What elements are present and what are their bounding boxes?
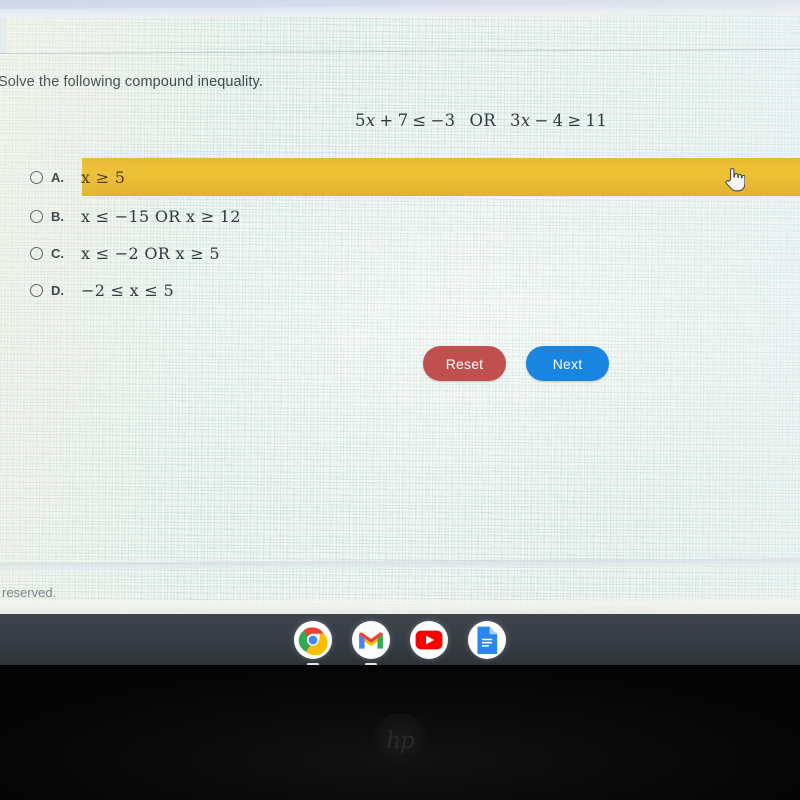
chrome-icon[interactable]: [294, 620, 332, 666]
eq-right-var: x: [520, 111, 531, 130]
google-docs-icon[interactable]: [468, 620, 506, 659]
eq-left-var: x: [365, 111, 376, 130]
eq-left-rhs: −3: [430, 111, 456, 130]
answer-option-b[interactable]: B. x ≤ −15 OR x ≥ 12: [30, 203, 241, 229]
youtube-icon[interactable]: [410, 620, 448, 659]
option-math-b: x ≤ −15 OR x ≥ 12: [81, 206, 241, 226]
eq-right-relation: ≥: [567, 111, 582, 130]
eq-left-coef: 5: [355, 111, 366, 130]
eq-right-minus: −: [534, 111, 549, 130]
eq-right-const: 4: [552, 111, 564, 130]
hp-logo: hp: [372, 713, 428, 769]
copyright-footer-text: reserved.: [2, 585, 57, 600]
question-prompt: Solve the following compound inequality.: [0, 74, 263, 90]
footer-band-lower: [0, 600, 800, 614]
radio-button-b[interactable]: [30, 209, 43, 223]
eq-left-relation: ≤: [412, 111, 427, 130]
next-button[interactable]: Next: [526, 346, 609, 381]
footer-band: [0, 558, 800, 571]
option-letter-c: C.: [51, 245, 64, 261]
answer-highlight-bar: [82, 158, 800, 196]
eq-conjunction: OR: [469, 111, 497, 130]
eq-left-plus: +: [379, 111, 394, 130]
answer-option-a[interactable]: A. x ≥ 5: [30, 164, 125, 190]
option-math-a: x ≥ 5: [81, 167, 126, 187]
option-letter-d: D.: [51, 282, 64, 298]
option-math-c: x ≤ −2 OR x ≥ 5: [81, 243, 220, 263]
laptop-bezel: hp: [0, 665, 800, 800]
radio-button-d[interactable]: [30, 283, 43, 297]
eq-right-rhs: 11: [585, 111, 608, 130]
eq-right-coef: 3: [510, 111, 521, 130]
quiz-content: Solve the following compound inequality.…: [0, 0, 800, 665]
answer-option-d[interactable]: D. −2 ≤ x ≤ 5: [30, 277, 174, 303]
laptop-screen: Solve the following compound inequality.…: [0, 0, 800, 665]
radio-button-c[interactable]: [30, 246, 43, 260]
option-letter-a: A.: [51, 169, 64, 185]
shelf-icon-row: [0, 614, 800, 666]
radio-button-a[interactable]: [30, 170, 43, 184]
answer-option-c[interactable]: C. x ≤ −2 OR x ≥ 5: [30, 240, 220, 266]
gmail-icon[interactable]: [352, 620, 390, 666]
chromeos-shelf[interactable]: [0, 614, 800, 666]
reset-button[interactable]: Reset: [423, 346, 506, 381]
option-letter-b: B.: [51, 208, 64, 224]
compound-inequality-expression: 5x +7 ≤ −3 OR 3x −4 ≥11: [355, 111, 607, 130]
eq-left-const: 7: [397, 111, 409, 130]
option-math-d: −2 ≤ x ≤ 5: [81, 280, 174, 300]
